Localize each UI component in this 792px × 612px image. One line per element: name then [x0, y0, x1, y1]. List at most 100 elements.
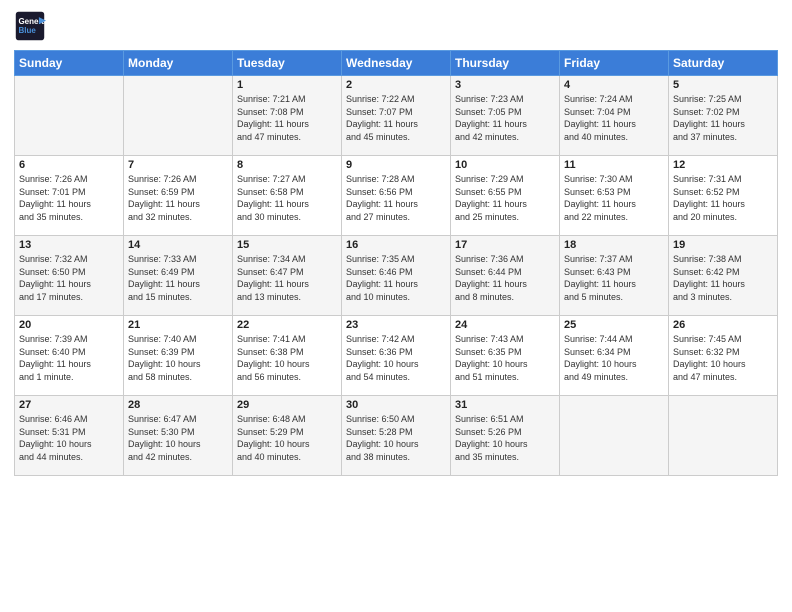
calendar-day-cell [669, 396, 778, 476]
calendar-day-cell: 29 Sunrise: 6:48 AM Sunset: 5:29 PM Dayli… [233, 396, 342, 476]
calendar-day-cell: 20 Sunrise: 7:39 AM Sunset: 6:40 PM Dayli… [15, 316, 124, 396]
day-content: Sunrise: 6:47 AM Sunset: 5:30 PM Dayligh… [128, 413, 228, 463]
day-number: 27 [19, 399, 119, 411]
day-content: Sunrise: 7:31 AM Sunset: 6:52 PM Dayligh… [673, 173, 773, 223]
day-number: 19 [673, 239, 773, 251]
day-content: Sunrise: 7:41 AM Sunset: 6:38 PM Dayligh… [237, 333, 337, 383]
day-number: 1 [237, 79, 337, 91]
calendar-day-cell [124, 76, 233, 156]
day-number: 31 [455, 399, 555, 411]
calendar-week-row: 13 Sunrise: 7:32 AM Sunset: 6:50 PM Dayli… [15, 236, 778, 316]
day-content: Sunrise: 7:33 AM Sunset: 6:49 PM Dayligh… [128, 253, 228, 303]
day-number: 25 [564, 319, 664, 331]
day-of-week-header: Tuesday [233, 51, 342, 76]
day-content: Sunrise: 7:28 AM Sunset: 6:56 PM Dayligh… [346, 173, 446, 223]
calendar-week-row: 27 Sunrise: 6:46 AM Sunset: 5:31 PM Dayli… [15, 396, 778, 476]
day-of-week-header: Thursday [451, 51, 560, 76]
day-of-week-header: Friday [560, 51, 669, 76]
day-number: 5 [673, 79, 773, 91]
calendar-day-cell: 8 Sunrise: 7:27 AM Sunset: 6:58 PM Daylig… [233, 156, 342, 236]
day-number: 11 [564, 159, 664, 171]
day-content: Sunrise: 7:32 AM Sunset: 6:50 PM Dayligh… [19, 253, 119, 303]
day-number: 24 [455, 319, 555, 331]
calendar-day-cell: 31 Sunrise: 6:51 AM Sunset: 5:26 PM Dayli… [451, 396, 560, 476]
day-number: 6 [19, 159, 119, 171]
day-content: Sunrise: 7:42 AM Sunset: 6:36 PM Dayligh… [346, 333, 446, 383]
day-number: 23 [346, 319, 446, 331]
day-number: 28 [128, 399, 228, 411]
day-content: Sunrise: 7:35 AM Sunset: 6:46 PM Dayligh… [346, 253, 446, 303]
calendar-day-cell: 4Sunrise: 7:24 AM Sunset: 7:04 PM Daylig… [560, 76, 669, 156]
day-of-week-header: Wednesday [342, 51, 451, 76]
day-content: Sunrise: 7:25 AM Sunset: 7:02 PM Dayligh… [673, 93, 773, 143]
day-content: Sunrise: 7:26 AM Sunset: 6:59 PM Dayligh… [128, 173, 228, 223]
logo: General Blue [14, 10, 50, 42]
day-number: 2 [346, 79, 446, 91]
day-number: 7 [128, 159, 228, 171]
day-of-week-header: Monday [124, 51, 233, 76]
day-number: 13 [19, 239, 119, 251]
calendar-day-cell: 12 Sunrise: 7:31 AM Sunset: 6:52 PM Dayli… [669, 156, 778, 236]
calendar-day-cell: 24 Sunrise: 7:43 AM Sunset: 6:35 PM Dayli… [451, 316, 560, 396]
calendar-body: 1Sunrise: 7:21 AM Sunset: 7:08 PM Daylig… [15, 76, 778, 476]
day-number: 15 [237, 239, 337, 251]
day-content: Sunrise: 7:38 AM Sunset: 6:42 PM Dayligh… [673, 253, 773, 303]
calendar-day-cell: 22 Sunrise: 7:41 AM Sunset: 6:38 PM Dayli… [233, 316, 342, 396]
day-content: Sunrise: 7:27 AM Sunset: 6:58 PM Dayligh… [237, 173, 337, 223]
day-content: Sunrise: 7:40 AM Sunset: 6:39 PM Dayligh… [128, 333, 228, 383]
day-number: 22 [237, 319, 337, 331]
day-content: Sunrise: 7:22 AM Sunset: 7:07 PM Dayligh… [346, 93, 446, 143]
day-number: 3 [455, 79, 555, 91]
day-content: Sunrise: 7:45 AM Sunset: 6:32 PM Dayligh… [673, 333, 773, 383]
day-content: Sunrise: 7:43 AM Sunset: 6:35 PM Dayligh… [455, 333, 555, 383]
day-number: 30 [346, 399, 446, 411]
calendar-day-cell: 5 Sunrise: 7:25 AM Sunset: 7:02 PM Daylig… [669, 76, 778, 156]
day-number: 26 [673, 319, 773, 331]
calendar-day-cell: 6Sunrise: 7:26 AM Sunset: 7:01 PM Daylig… [15, 156, 124, 236]
day-content: Sunrise: 7:37 AM Sunset: 6:43 PM Dayligh… [564, 253, 664, 303]
day-content: Sunrise: 7:39 AM Sunset: 6:40 PM Dayligh… [19, 333, 119, 383]
header: General Blue [14, 10, 778, 42]
calendar-week-row: 20 Sunrise: 7:39 AM Sunset: 6:40 PM Dayli… [15, 316, 778, 396]
day-content: Sunrise: 6:46 AM Sunset: 5:31 PM Dayligh… [19, 413, 119, 463]
calendar-day-cell: 9 Sunrise: 7:28 AM Sunset: 6:56 PM Daylig… [342, 156, 451, 236]
calendar-day-cell: 30 Sunrise: 6:50 AM Sunset: 5:28 PM Dayli… [342, 396, 451, 476]
day-content: Sunrise: 7:44 AM Sunset: 6:34 PM Dayligh… [564, 333, 664, 383]
calendar-day-cell: 14Sunrise: 7:33 AM Sunset: 6:49 PM Dayli… [124, 236, 233, 316]
day-number: 20 [19, 319, 119, 331]
day-number: 12 [673, 159, 773, 171]
day-number: 21 [128, 319, 228, 331]
day-number: 17 [455, 239, 555, 251]
calendar-day-cell: 11 Sunrise: 7:30 AM Sunset: 6:53 PM Dayli… [560, 156, 669, 236]
calendar-day-cell: 25 Sunrise: 7:44 AM Sunset: 6:34 PM Dayli… [560, 316, 669, 396]
calendar-header-row: SundayMondayTuesdayWednesdayThursdayFrid… [15, 51, 778, 76]
day-content: Sunrise: 7:24 AM Sunset: 7:04 PM Dayligh… [564, 93, 664, 143]
calendar-day-cell: 19 Sunrise: 7:38 AM Sunset: 6:42 PM Dayli… [669, 236, 778, 316]
day-content: Sunrise: 7:23 AM Sunset: 7:05 PM Dayligh… [455, 93, 555, 143]
day-content: Sunrise: 6:48 AM Sunset: 5:29 PM Dayligh… [237, 413, 337, 463]
day-number: 9 [346, 159, 446, 171]
day-number: 10 [455, 159, 555, 171]
day-number: 8 [237, 159, 337, 171]
calendar-day-cell: 13 Sunrise: 7:32 AM Sunset: 6:50 PM Dayli… [15, 236, 124, 316]
calendar-day-cell: 28 Sunrise: 6:47 AM Sunset: 5:30 PM Dayli… [124, 396, 233, 476]
calendar-day-cell [15, 76, 124, 156]
calendar-table: SundayMondayTuesdayWednesdayThursdayFrid… [14, 50, 778, 476]
day-number: 29 [237, 399, 337, 411]
calendar-day-cell: 27 Sunrise: 6:46 AM Sunset: 5:31 PM Dayli… [15, 396, 124, 476]
calendar-day-cell: 17 Sunrise: 7:36 AM Sunset: 6:44 PM Dayli… [451, 236, 560, 316]
day-content: Sunrise: 7:34 AM Sunset: 6:47 PM Dayligh… [237, 253, 337, 303]
calendar-day-cell: 2 Sunrise: 7:22 AM Sunset: 7:07 PM Daylig… [342, 76, 451, 156]
calendar-day-cell: 16Sunrise: 7:35 AM Sunset: 6:46 PM Dayli… [342, 236, 451, 316]
calendar-day-cell: 23 Sunrise: 7:42 AM Sunset: 6:36 PM Dayli… [342, 316, 451, 396]
day-content: Sunrise: 7:36 AM Sunset: 6:44 PM Dayligh… [455, 253, 555, 303]
calendar-day-cell: 15 Sunrise: 7:34 AM Sunset: 6:47 PM Dayli… [233, 236, 342, 316]
day-number: 18 [564, 239, 664, 251]
day-content: Sunrise: 6:51 AM Sunset: 5:26 PM Dayligh… [455, 413, 555, 463]
day-content: Sunrise: 7:30 AM Sunset: 6:53 PM Dayligh… [564, 173, 664, 223]
calendar-day-cell: 10Sunrise: 7:29 AM Sunset: 6:55 PM Dayli… [451, 156, 560, 236]
logo-icon: General Blue [14, 10, 46, 42]
day-content: Sunrise: 6:50 AM Sunset: 5:28 PM Dayligh… [346, 413, 446, 463]
calendar-day-cell: 3 Sunrise: 7:23 AM Sunset: 7:05 PM Daylig… [451, 76, 560, 156]
page: General Blue SundayMondayTuesdayWednesda… [0, 0, 792, 612]
